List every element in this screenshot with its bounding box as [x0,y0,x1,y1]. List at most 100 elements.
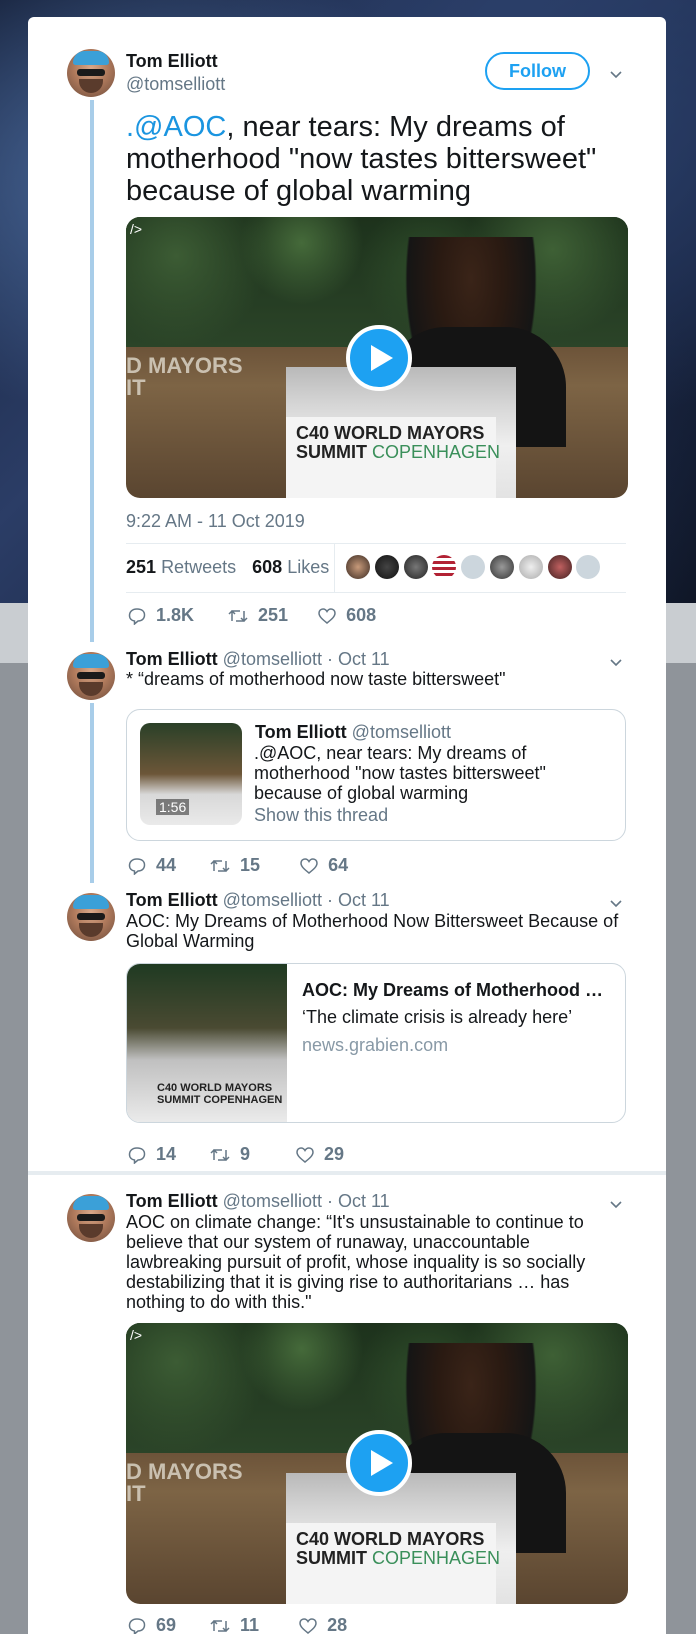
avatar[interactable] [547,555,572,579]
quoted-header: Tom Elliott @tomselliott [255,722,451,743]
avatar[interactable] [489,555,514,579]
reply-button[interactable]: 1.8K [128,605,194,626]
author-name[interactable]: Tom Elliott [126,649,218,669]
follow-button[interactable]: Follow [485,52,590,90]
avatar[interactable] [67,652,115,700]
reply-icon [128,857,146,875]
chevron-down-icon[interactable] [610,68,622,80]
tweet-actions: 44 15 64 [128,855,382,876]
avatar[interactable] [403,555,428,579]
quoted-tweet-card[interactable]: 1:56 Tom Elliott @tomselliott .@AOC, nea… [126,709,626,841]
like-button[interactable]: 608 [318,605,376,626]
reply-button[interactable]: 69 [128,1615,176,1634]
author-handle-date[interactable]: @tomselliott · Oct 11 [223,1191,390,1211]
like-count: 608 [346,605,377,625]
tweet-text-line3: lawbreaking pursuit of profit, whose inq… [126,1252,586,1272]
tweet-text-line5: nothing to do with this." [126,1292,312,1312]
tweet-actions: 1.8K 251 608 [128,605,410,626]
reply-count: 44 [156,855,177,875]
video-duration: 1:56 [156,799,190,815]
tweet-text: * “dreams of motherhood now taste bitter… [126,669,506,689]
tweet-timestamp[interactable]: 9:22 AM - 11 Oct 2019 [126,511,305,532]
avatar[interactable] [518,555,543,579]
video-sign-text: C40 WORLD MAYORS [296,423,485,443]
avatar[interactable] [432,555,457,579]
tweet-actions: 14 9 29 [128,1144,378,1165]
like-button[interactable]: 28 [299,1615,347,1634]
retweet-icon [210,1148,230,1161]
divider [126,543,626,544]
tweet-text-line2: Global Warming [126,931,255,951]
like-count: 64 [328,855,349,875]
like-icon [318,607,336,624]
avatar[interactable] [576,555,601,579]
like-button[interactable]: 64 [300,855,348,876]
tweet-header: Tom Elliott @tomselliott · Oct 11 [126,890,390,911]
link-card-domain: news.grabien.com [302,1035,449,1055]
retweet-button[interactable]: 251 [228,605,288,626]
retweet-icon [210,859,230,872]
tweet-text-line1: AOC: My Dreams of Motherhood Now Bitters… [126,911,619,931]
thread-connector-line [90,703,94,883]
author-handle[interactable]: @tomselliott [126,74,225,95]
show-thread-link[interactable]: Show this thread [254,805,388,825]
thread-connector-line [90,100,94,642]
like-icon [300,857,318,874]
play-icon[interactable] [346,325,412,391]
mention-link[interactable]: .@AOC [126,111,226,143]
video-sign-text-2: SUMMIT COPENHAGEN [296,1548,501,1568]
author-handle-date[interactable]: @tomselliott · Oct 11 [223,890,390,910]
chevron-down-icon[interactable] [610,897,622,909]
likes-count[interactable]: 608 [252,557,282,577]
tweet-header: Tom Elliott @tomselliott · Oct 11 [126,649,390,670]
like-icon [296,1146,314,1163]
reply-count: 69 [156,1615,177,1634]
avatar[interactable] [67,893,115,941]
like-icon [299,1617,317,1634]
tweet-text-line2: motherhood "now tastes bittersweet" [126,143,597,175]
quoted-text-line1: .@AOC, near tears: My dreams of [254,743,527,763]
retweet-button[interactable]: 15 [210,855,260,876]
avatar[interactable] [67,1194,115,1242]
retweet-count: 15 [240,855,261,875]
retweet-button[interactable]: 11 [210,1615,259,1634]
link-preview-card[interactable]: C40 WORLD MAYORS SUMMIT COPENHAGEN AOC: M… [126,963,626,1123]
chevron-down-icon[interactable] [610,1198,622,1210]
avatar[interactable] [67,49,115,97]
avatar[interactable] [346,555,370,579]
chevron-down-icon[interactable] [610,656,622,668]
author-name[interactable]: Tom Elliott [126,51,218,72]
retweet-button[interactable]: 9 [210,1144,250,1165]
liker-avatars [346,555,605,579]
reply-count: 14 [156,1144,177,1164]
play-icon[interactable] [346,1430,412,1496]
quoted-video-thumbnail: 1:56 [140,723,242,825]
retweet-icon [228,609,248,622]
avatar[interactable] [374,555,399,579]
video-corner-mark: /> [130,221,143,237]
video-corner-mark: /> [130,1327,143,1343]
retweets-label[interactable]: Retweets [161,557,236,577]
author-name[interactable]: Tom Elliott [126,1191,218,1211]
author-name[interactable]: Tom Elliott [126,890,218,910]
retweet-icon [210,1619,230,1632]
tweet-text-line1: AOC on climate change: “It's unsustainab… [126,1212,584,1232]
reply-button[interactable]: 44 [128,855,176,876]
reply-button[interactable]: 14 [128,1144,176,1165]
link-card-title: AOC: My Dreams of Motherhood … [302,980,604,1000]
quoted-text-line2: motherhood "now tastes bittersweet" [254,763,546,783]
quoted-author-name: Tom Elliott [255,722,347,742]
tweet-text-line2: believe that our system of runaway, unac… [126,1232,530,1252]
reply-icon [128,1617,146,1634]
likes-label[interactable]: Likes [287,557,329,577]
like-button[interactable]: 29 [296,1144,344,1165]
retweet-count: 251 [258,605,289,625]
tweet-header: Tom Elliott @tomselliott · Oct 11 [126,1191,390,1212]
tweet-text: .@AOC, near tears: My dreams of [126,111,565,143]
avatar[interactable] [461,555,486,579]
author-handle-date[interactable]: @tomselliott · Oct 11 [223,649,390,669]
retweets-count[interactable]: 251 [126,557,156,577]
tweet-text-line1: , near tears: My dreams of [226,111,565,143]
reply-count: 1.8K [156,605,195,625]
stats-row: 251 Retweets 608 Likes [126,557,329,578]
